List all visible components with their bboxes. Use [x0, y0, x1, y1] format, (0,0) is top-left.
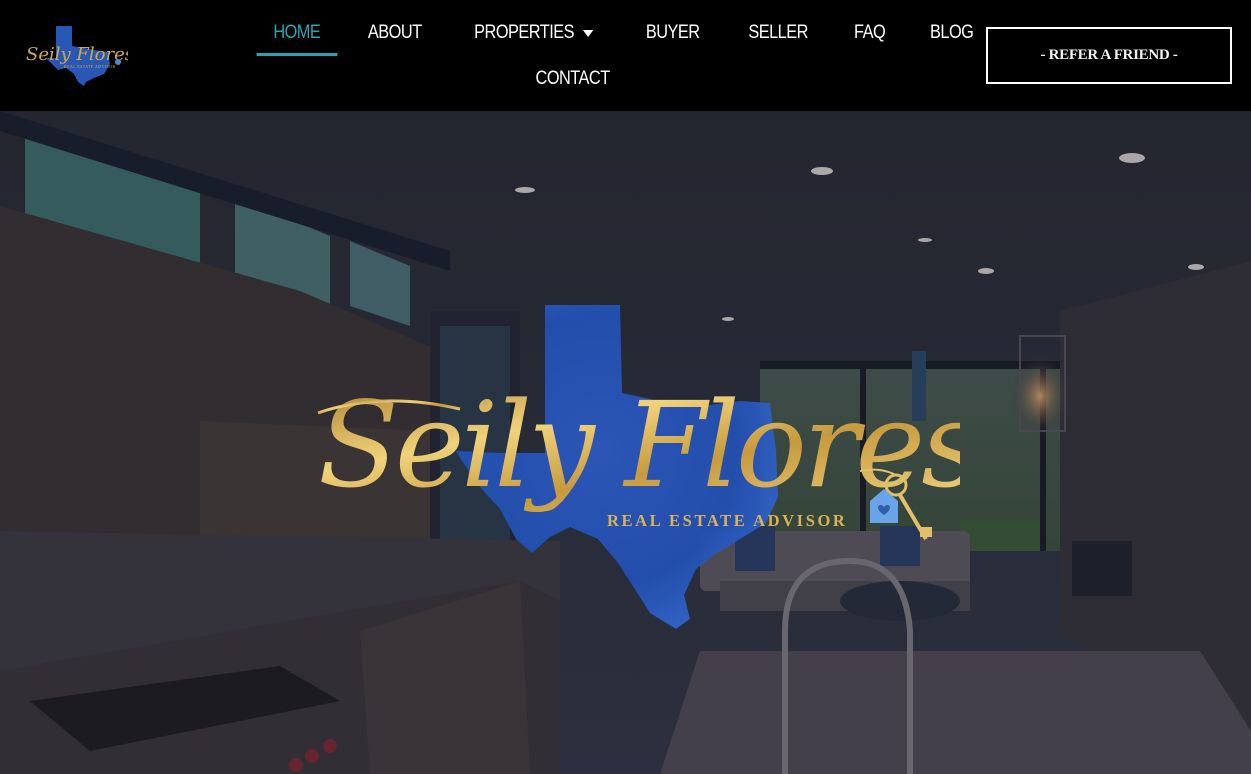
nav-label: CONTACT — [535, 68, 611, 89]
nav-item-faq[interactable]: FAQ — [837, 10, 902, 56]
nav-item-contact[interactable]: CONTACT — [519, 56, 627, 102]
nav-item-about[interactable]: ABOUT — [351, 10, 438, 56]
refer-a-friend-button[interactable]: - REFER A FRIEND - — [986, 27, 1232, 84]
site-logo[interactable]: Seily Flores REAL ESTATE ADVISOR — [12, 24, 128, 86]
hero-section: Seily Flores REAL ESTATE ADVISOR — [0, 111, 1251, 774]
nav-item-home[interactable]: HOME — [256, 10, 338, 56]
nav-item-properties[interactable]: PROPERTIES — [457, 10, 609, 56]
nav-label: ABOUT — [367, 22, 422, 43]
nav-item-seller[interactable]: SELLER — [731, 10, 824, 56]
hero-tagline: REAL ESTATE ADVISOR — [607, 511, 848, 530]
nav-item-blog[interactable]: BLOG — [913, 10, 990, 56]
nav-label: BLOG — [930, 22, 974, 43]
nav-label: SELLER — [748, 22, 808, 43]
caret-down-icon[interactable] — [582, 29, 594, 37]
house-tag-icon — [115, 59, 121, 65]
hero-logo-script-text: Seily Flores — [318, 376, 960, 514]
nav-item-buyer[interactable]: BUYER — [629, 10, 716, 56]
logo-script-text: Seily Flores — [26, 44, 128, 65]
hero-logo: Seily Flores — [317, 305, 960, 629]
nav-label: FAQ — [853, 22, 886, 43]
logo-sub-text: REAL ESTATE ADVISOR — [64, 64, 116, 69]
site-header: Seily Flores REAL ESTATE ADVISOR HOME AB… — [0, 0, 1251, 111]
main-nav: HOME ABOUT PROPERTIES BUYER SELLER FAQ B… — [250, 10, 974, 102]
nav-label: PROPERTIES — [474, 22, 575, 43]
nav-label: HOME — [273, 22, 321, 43]
nav-label: BUYER — [646, 22, 700, 43]
